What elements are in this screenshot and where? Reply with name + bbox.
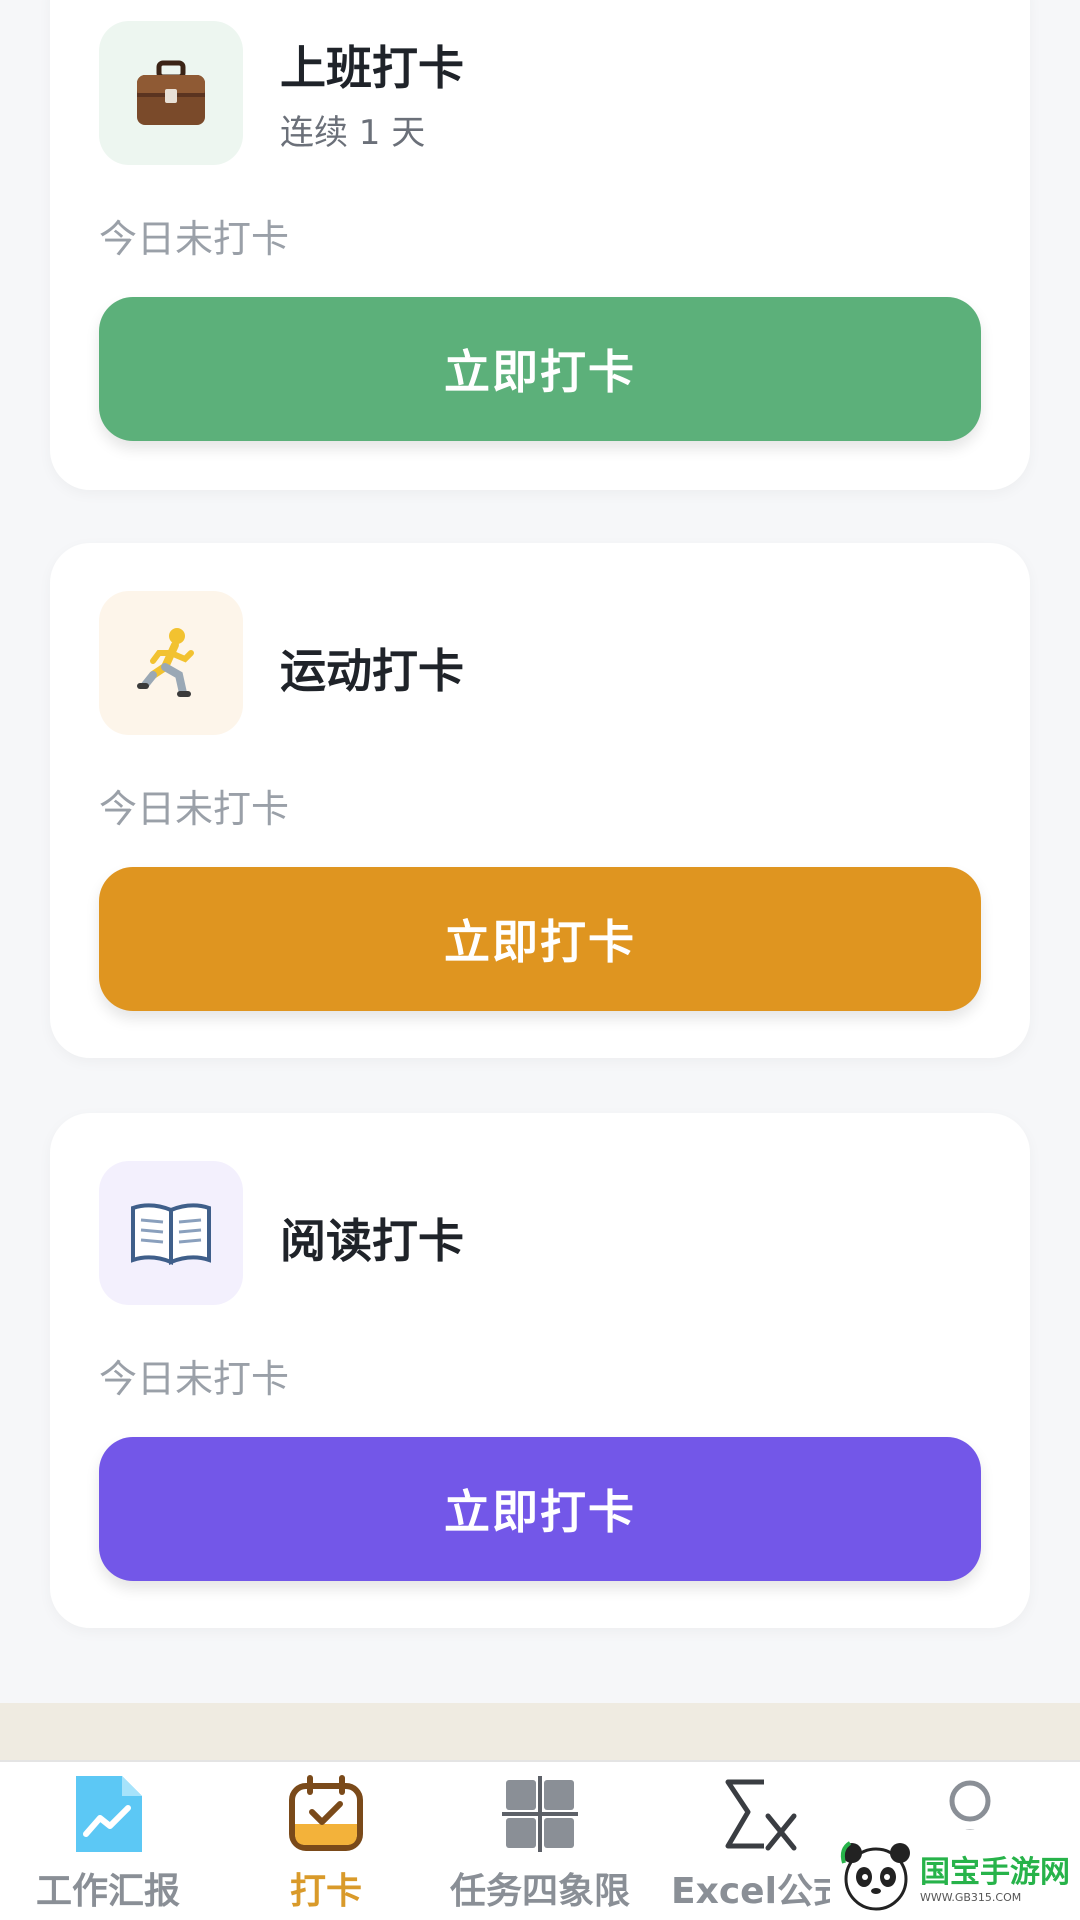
tab-checkin[interactable]: 打卡 bbox=[238, 1762, 414, 1920]
checkin-button-work[interactable]: 立即打卡 bbox=[99, 297, 981, 441]
checkin-button-reading[interactable]: 立即打卡 bbox=[99, 1437, 981, 1581]
quadrant-grid-icon bbox=[498, 1772, 582, 1856]
book-icon bbox=[131, 1203, 211, 1265]
checkin-status: 今日未打卡 bbox=[99, 1357, 290, 1401]
checkin-button-exercise[interactable]: 立即打卡 bbox=[99, 867, 981, 1011]
tab-task-quadrant[interactable]: 任务四象限 bbox=[440, 1762, 640, 1920]
reading-icon-tile bbox=[99, 1161, 243, 1305]
calendar-check-icon bbox=[284, 1772, 368, 1856]
chart-document-icon bbox=[66, 1772, 150, 1856]
tab-label: 工作汇报 bbox=[35, 1871, 180, 1912]
work-icon-tile bbox=[99, 21, 243, 165]
tab-label: Excel公式 bbox=[671, 1871, 849, 1912]
runner-icon bbox=[137, 628, 194, 697]
watermark-url: WWW.GB315.COM bbox=[920, 1890, 1022, 1904]
tab-label: 任务四象限 bbox=[449, 1871, 630, 1912]
exercise-icon-tile bbox=[99, 591, 243, 735]
site-watermark: 国宝手游网 WWW.GB315.COM bbox=[830, 1830, 1080, 1920]
panda-logo-icon bbox=[840, 1841, 910, 1911]
checkin-card-exercise: 运动打卡 今日未打卡 立即打卡 bbox=[50, 543, 1030, 1058]
briefcase-icon bbox=[137, 60, 205, 125]
card-title: 运动打卡 bbox=[280, 644, 464, 698]
sigma-x-icon bbox=[718, 1772, 802, 1856]
card-title: 阅读打卡 bbox=[280, 1214, 464, 1268]
checkin-card-reading: 阅读打卡 今日未打卡 立即打卡 bbox=[50, 1113, 1030, 1628]
streak-text: 连续 1 天 bbox=[280, 113, 426, 153]
checkin-status: 今日未打卡 bbox=[99, 217, 290, 261]
card-title: 上班打卡 bbox=[280, 41, 464, 95]
checkin-card-work: 上班打卡 连续 1 天 今日未打卡 立即打卡 bbox=[50, 0, 1030, 490]
tab-work-report[interactable]: 工作汇报 bbox=[20, 1762, 196, 1920]
checkin-status: 今日未打卡 bbox=[99, 787, 290, 831]
watermark-title: 国宝手游网 bbox=[920, 1854, 1070, 1890]
tabbar-separator bbox=[0, 1703, 1080, 1760]
tab-label: 打卡 bbox=[289, 1871, 362, 1912]
